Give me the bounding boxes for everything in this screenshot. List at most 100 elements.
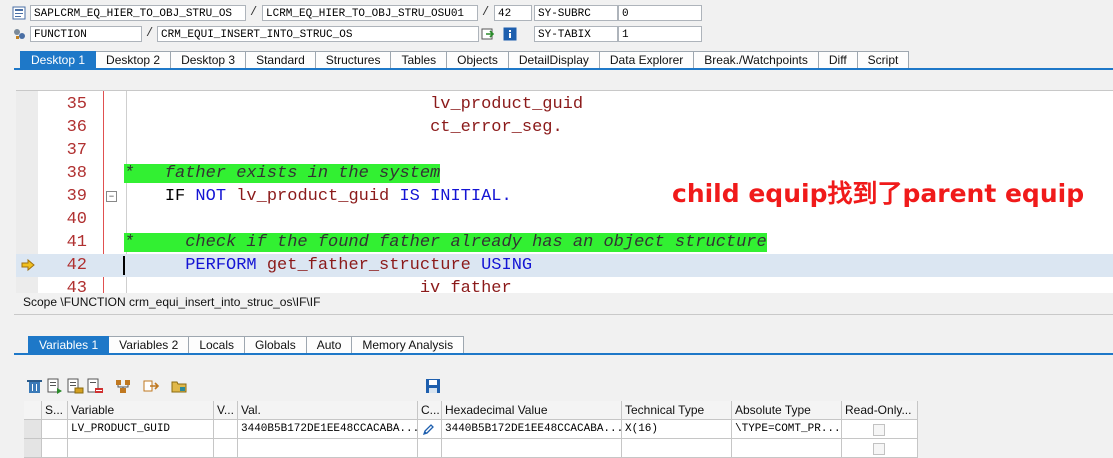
tab-desktop-2[interactable]: Desktop 2 bbox=[96, 51, 172, 69]
tab-globals[interactable]: Globals bbox=[245, 336, 307, 354]
code-text: PERFORM get_father_structure USING bbox=[185, 256, 533, 275]
tab-break-watchpoints[interactable]: Break./Watchpoints bbox=[694, 51, 819, 69]
folder-icon[interactable] bbox=[170, 378, 188, 394]
table-row[interactable]: LV_PRODUCT_GUID 3440B5B172DE1EE48CCACABA.… bbox=[24, 420, 918, 439]
column-header[interactable] bbox=[24, 401, 42, 420]
separator: / bbox=[250, 5, 258, 19]
tab-objects[interactable]: Objects bbox=[447, 51, 509, 69]
line-number-field[interactable]: 42 bbox=[494, 5, 532, 21]
include-field[interactable]: LCRM_EQ_HIER_TO_OBJ_STRU_OSU01 bbox=[262, 5, 478, 21]
edit-pencil-icon[interactable] bbox=[422, 422, 436, 438]
event-type-field[interactable]: FUNCTION bbox=[30, 26, 142, 42]
code-line[interactable]: 41 * check if the found father already ha… bbox=[16, 231, 1113, 254]
empty-cell[interactable] bbox=[732, 439, 842, 458]
hex-value-cell: 3440B5B172DE1EE48CCACABA... bbox=[442, 420, 622, 439]
value-cell[interactable]: 3440B5B172DE1EE48CCACABA... bbox=[238, 420, 418, 439]
line-number: 43 bbox=[66, 279, 87, 293]
column-header[interactable]: C... bbox=[418, 401, 442, 420]
absolute-type-cell: \TYPE=COMT_PR... bbox=[732, 420, 842, 439]
empty-cell[interactable] bbox=[842, 439, 918, 458]
collapse-icon[interactable]: − bbox=[106, 191, 117, 202]
tab-underline bbox=[14, 68, 1113, 70]
status-cell bbox=[42, 420, 68, 439]
column-header[interactable]: Hexadecimal Value bbox=[442, 401, 622, 420]
code-line[interactable]: 43 iv_father bbox=[16, 277, 1113, 293]
line-number: 40 bbox=[66, 210, 87, 229]
empty-cell[interactable] bbox=[214, 439, 238, 458]
line-number: 35 bbox=[66, 95, 87, 114]
tab-variables-2[interactable]: Variables 2 bbox=[109, 336, 190, 354]
technical-type-cell: X(16) bbox=[622, 420, 732, 439]
variables-tab-underline bbox=[14, 353, 1113, 355]
identifier: lv_product_guid bbox=[430, 95, 584, 114]
empty-cell[interactable] bbox=[68, 439, 214, 458]
grid-header: S... Variable V... Val. C... Hexadecimal Valu… bbox=[24, 401, 918, 420]
column-header[interactable]: V... bbox=[214, 401, 238, 420]
event-name-field[interactable]: CRM_EQUI_INSERT_INTO_STRUC_OS bbox=[157, 26, 479, 42]
hierarchy-icon[interactable] bbox=[114, 378, 132, 394]
tab-data-explorer[interactable]: Data Explorer bbox=[599, 51, 695, 69]
column-header[interactable]: Read-Only... bbox=[842, 401, 918, 420]
read-only-checkbox bbox=[873, 424, 885, 436]
table-row[interactable] bbox=[24, 439, 918, 458]
code-line[interactable]: 42 PERFORM get_father_structure USING bbox=[16, 254, 1113, 277]
change-cell[interactable] bbox=[418, 420, 442, 439]
tab-locals[interactable]: Locals bbox=[189, 336, 245, 354]
column-header[interactable]: S... bbox=[42, 401, 68, 420]
empty-cell[interactable] bbox=[442, 439, 622, 458]
current-statement-arrow-icon bbox=[21, 258, 35, 272]
tab-script[interactable]: Script bbox=[857, 51, 910, 69]
remove-row-icon[interactable] bbox=[86, 378, 104, 394]
save-icon[interactable] bbox=[424, 378, 442, 394]
sy-subrc-value: 0 bbox=[618, 5, 702, 21]
empty-cell[interactable] bbox=[418, 439, 442, 458]
tab-standard[interactable]: Standard bbox=[246, 51, 316, 69]
sy-tabix-label: SY-TABIX bbox=[534, 26, 618, 42]
column-header[interactable]: Absolute Type bbox=[732, 401, 842, 420]
row-selector[interactable] bbox=[24, 420, 42, 439]
delete-icon[interactable] bbox=[26, 378, 44, 394]
tab-structures[interactable]: Structures bbox=[315, 51, 392, 69]
tab-variables-1[interactable]: Variables 1 bbox=[28, 336, 110, 354]
empty-cell[interactable] bbox=[42, 439, 68, 458]
annotation-text: child equip找到了parent equip bbox=[672, 179, 1085, 208]
variables-tab-bar: Variables 1 Variables 2 Locals Globals Auto M… bbox=[28, 336, 465, 354]
empty-cell[interactable] bbox=[622, 439, 732, 458]
navigate-icon[interactable] bbox=[480, 26, 496, 42]
empty-cell[interactable] bbox=[238, 439, 418, 458]
line-number: 37 bbox=[66, 141, 87, 160]
tab-desktop-3[interactable]: Desktop 3 bbox=[171, 51, 247, 69]
line-number: 36 bbox=[66, 118, 87, 137]
display-details-icon[interactable] bbox=[46, 378, 64, 394]
v-cell bbox=[214, 420, 238, 439]
tab-auto[interactable]: Auto bbox=[306, 336, 353, 354]
insert-row-icon[interactable] bbox=[66, 378, 84, 394]
identifier: ct_error_seg. bbox=[430, 118, 563, 137]
variable-cell[interactable]: LV_PRODUCT_GUID bbox=[68, 420, 214, 439]
code-line[interactable]: 40 bbox=[16, 208, 1113, 231]
comment: * father exists in the system bbox=[124, 164, 441, 183]
tab-diff[interactable]: Diff bbox=[818, 51, 858, 69]
sy-subrc-label: SY-SUBRC bbox=[534, 5, 618, 21]
code-text: lv_product_guid bbox=[124, 93, 583, 116]
comment: * check if the found father already has … bbox=[124, 233, 767, 252]
code-line[interactable]: 35 lv_product_guid bbox=[16, 93, 1113, 116]
code-line[interactable]: 37 bbox=[16, 139, 1113, 162]
export-icon[interactable] bbox=[142, 378, 160, 394]
empty-cell[interactable] bbox=[24, 439, 42, 458]
column-header[interactable]: Variable bbox=[68, 401, 214, 420]
info-icon[interactable] bbox=[502, 26, 518, 42]
tab-tables[interactable]: Tables bbox=[391, 51, 448, 69]
separator: / bbox=[146, 26, 154, 40]
program-field[interactable]: SAPLCRM_EQ_HIER_TO_OBJ_STRU_OS bbox=[30, 5, 246, 21]
column-header[interactable]: Val. bbox=[238, 401, 418, 420]
tab-memory-analysis[interactable]: Memory Analysis bbox=[352, 336, 465, 354]
code-line[interactable]: 36 ct_error_seg. bbox=[16, 116, 1113, 139]
identifier: iv_father bbox=[419, 279, 512, 293]
tab-desktop-1[interactable]: Desktop 1 bbox=[20, 51, 97, 69]
code-text: iv_father bbox=[124, 277, 512, 293]
column-header[interactable]: Technical Type bbox=[622, 401, 732, 420]
tab-detaildisplay[interactable]: DetailDisplay bbox=[508, 51, 600, 69]
separator: / bbox=[482, 5, 490, 19]
main-tab-bar: Desktop 1 Desktop 2 Desktop 3 Standard Struc… bbox=[20, 51, 910, 69]
